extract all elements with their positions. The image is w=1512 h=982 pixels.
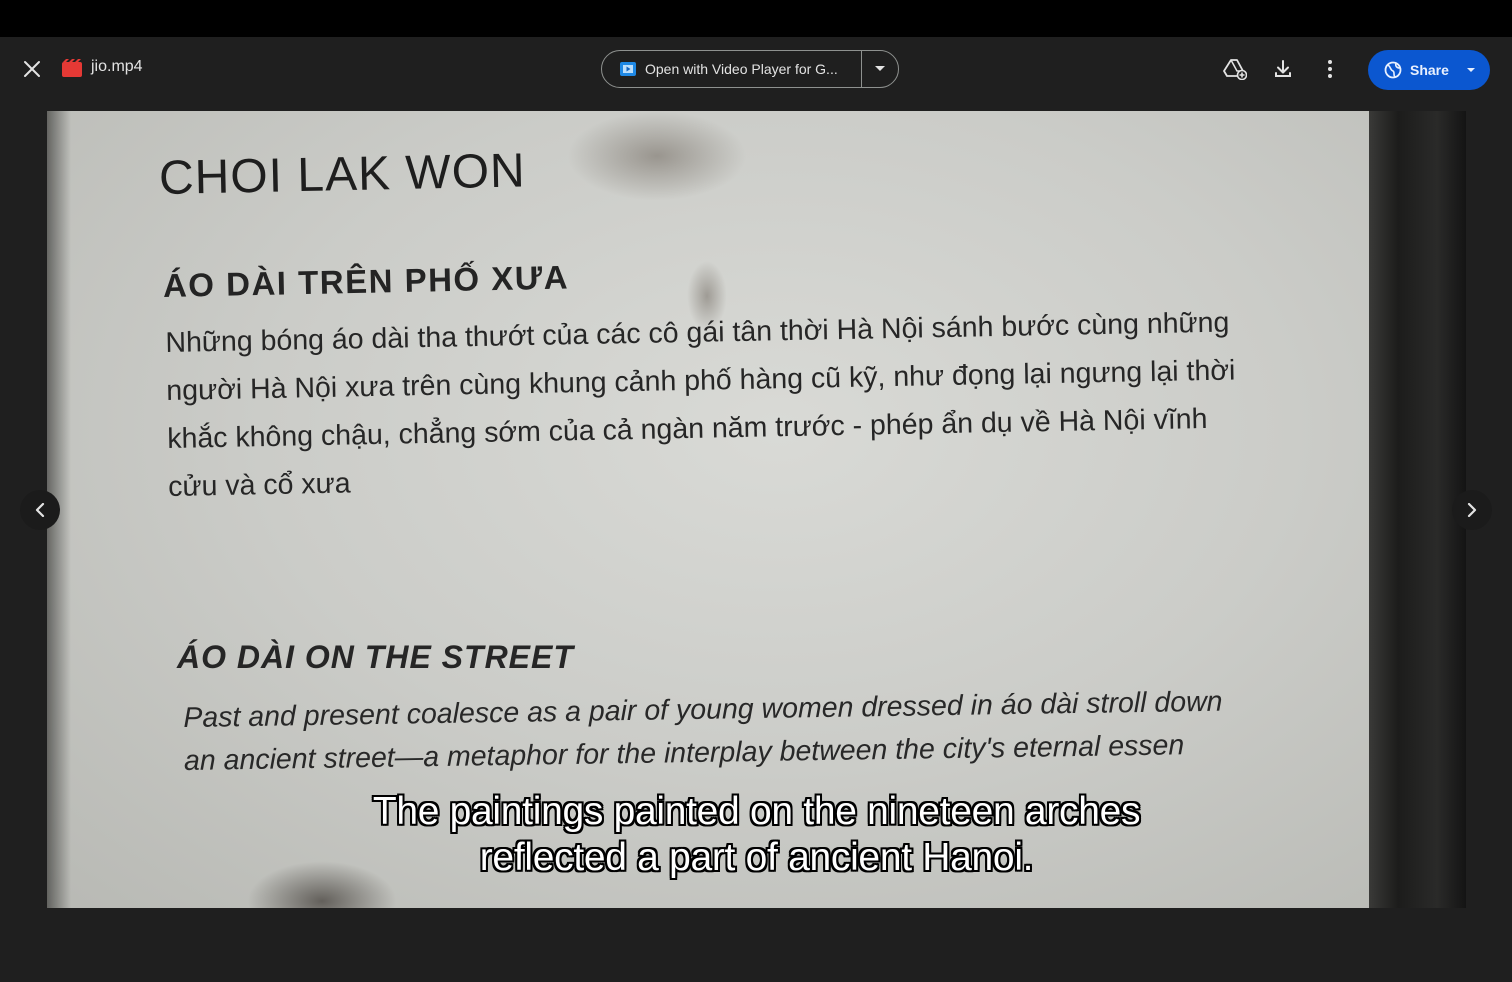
open-with-label: Open with Video Player for G... bbox=[645, 61, 838, 77]
viewer-header: jio.mp4 Open with Video Player for G... bbox=[0, 37, 1512, 101]
sign-text-english: Past and present coalesce as a pair of y… bbox=[183, 685, 1223, 777]
add-to-drive-button[interactable] bbox=[1219, 53, 1251, 85]
share-label: Share bbox=[1410, 62, 1449, 78]
share-button[interactable]: Share bbox=[1368, 50, 1490, 90]
sign-heading-vietnamese: ÁO DÀI TRÊN PHỐ XƯA bbox=[162, 258, 570, 304]
download-icon bbox=[1275, 60, 1291, 77]
share-dropdown-button[interactable] bbox=[1465, 64, 1477, 76]
more-actions-button[interactable] bbox=[1314, 53, 1346, 85]
download-button[interactable] bbox=[1267, 53, 1299, 85]
close-icon bbox=[24, 61, 40, 77]
chevron-left-icon bbox=[35, 503, 45, 517]
chevron-right-icon bbox=[1467, 503, 1477, 517]
previous-file-button[interactable] bbox=[20, 490, 60, 530]
caret-down-icon bbox=[875, 66, 885, 71]
video-player-app-icon bbox=[620, 62, 636, 76]
video-file-icon bbox=[62, 59, 82, 77]
sign-text-vietnamese: Những bóng áo dài tha thướt của các cô g… bbox=[165, 306, 1236, 503]
caret-down-icon bbox=[1466, 68, 1475, 72]
open-with-button[interactable]: Open with Video Player for G... bbox=[602, 51, 861, 87]
subtitle-line: reflected a part of ancient Hanoi. bbox=[479, 836, 1034, 879]
stain bbox=[567, 111, 747, 201]
add-to-drive-icon bbox=[1223, 59, 1247, 80]
video-player[interactable]: CHOI LAK WON ÁO DÀI TRÊN PHỐ XƯA Những b… bbox=[47, 111, 1466, 908]
globe-icon bbox=[1384, 61, 1402, 79]
next-file-button[interactable] bbox=[1452, 490, 1492, 530]
open-with-button-group: Open with Video Player for G... bbox=[601, 50, 899, 88]
close-button[interactable] bbox=[16, 53, 48, 85]
browser-top-strip bbox=[0, 0, 1512, 37]
file-name: jio.mp4 bbox=[91, 58, 143, 75]
sign-heading-english: ÁO DÀI ON THE STREET bbox=[177, 639, 574, 675]
subtitle-overlay: The paintings painted on the nineteen ar… bbox=[47, 789, 1466, 881]
sign-title: CHOI LAK WON bbox=[158, 144, 527, 205]
more-vert-icon bbox=[1328, 60, 1332, 78]
subtitle-line: The paintings painted on the nineteen ar… bbox=[372, 790, 1141, 833]
open-with-dropdown-button[interactable] bbox=[862, 51, 898, 87]
